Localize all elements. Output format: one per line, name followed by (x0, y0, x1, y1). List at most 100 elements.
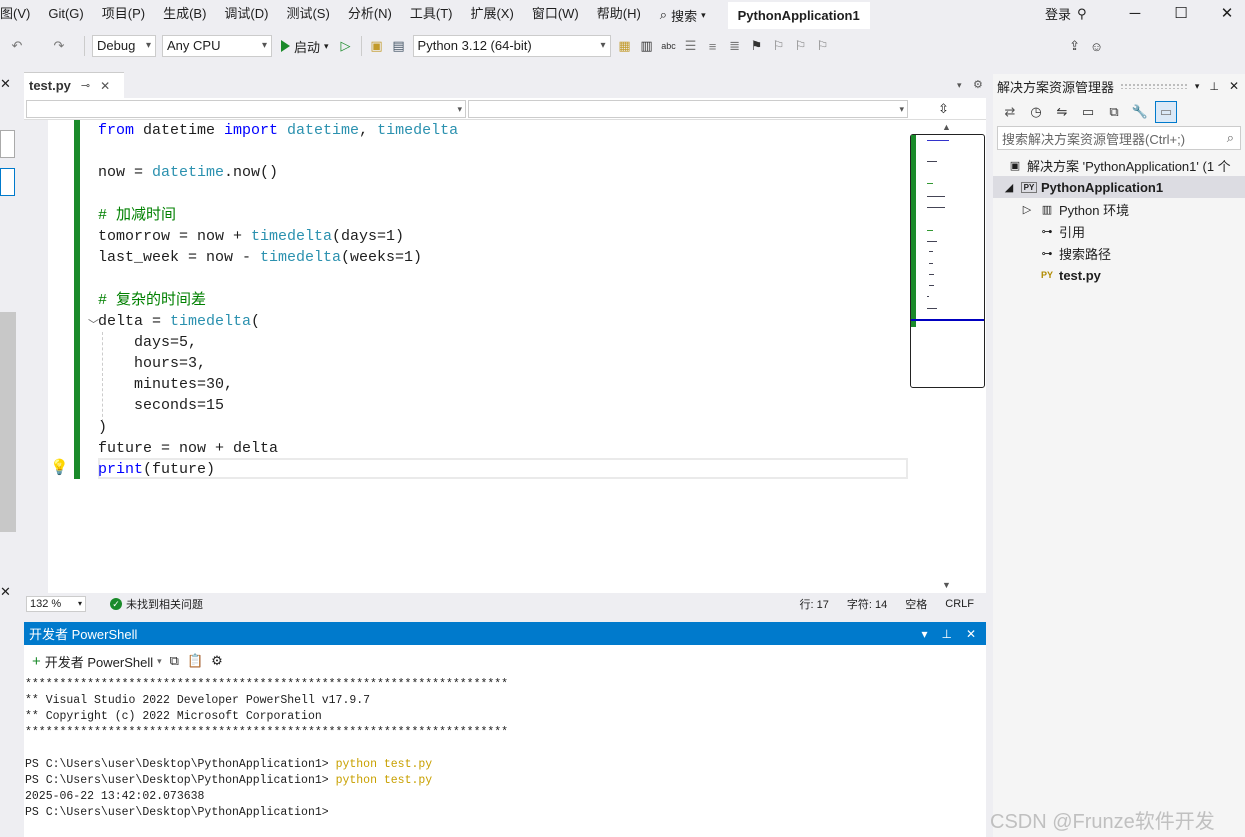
tree-item-project[interactable]: ◢ PY PythonApplication1 (993, 176, 1245, 198)
search-menu[interactable]: ⌕ 搜索 ▾ (650, 6, 716, 25)
tree-item-references[interactable]: ⊶ 引用 (993, 220, 1245, 242)
close-icon[interactable]: ✕ (0, 76, 11, 92)
close-icon[interactable]: ✕ (0, 584, 11, 600)
solution-icon: ▣ (1009, 159, 1021, 172)
switch-view-icon[interactable]: ⇄ (999, 101, 1021, 123)
new-terminal-label: 开发者 PowerShell (44, 654, 154, 670)
collapse-icon[interactable]: ▭ (1077, 101, 1099, 123)
lightbulb-icon[interactable]: 💡 (50, 458, 69, 476)
paste-icon[interactable]: 📋 (187, 653, 203, 669)
copy-icon[interactable]: ⧉ (1103, 101, 1125, 123)
start-button[interactable]: 启动 ▾ (275, 37, 335, 56)
expanded-icon[interactable]: ◢ (1001, 181, 1017, 194)
zoom-select[interactable]: 132 % (26, 596, 86, 612)
tree-item-label: test.py (1059, 267, 1101, 283)
history-icon[interactable]: ◷ (1025, 101, 1047, 123)
menu-build[interactable]: 生成(B) (154, 0, 215, 30)
tree-item-search-paths[interactable]: ⊶ 搜索路径 (993, 242, 1245, 264)
bookmark-icon[interactable]: ⚑ (746, 35, 768, 57)
copy-icon[interactable]: ⧉ (170, 653, 179, 669)
close-button[interactable]: ✕ (1204, 2, 1245, 28)
menu-tools[interactable]: 工具(T) (401, 0, 462, 30)
scope-select[interactable] (26, 99, 466, 118)
sync-icon[interactable]: ⇋ (1051, 101, 1073, 123)
tree-item-test-py[interactable]: PY test.py (993, 264, 1245, 286)
menu-extensions[interactable]: 扩展(X) (461, 0, 522, 30)
feedback-icon[interactable]: ☺ (1086, 35, 1108, 57)
eol-indicator[interactable]: CRLF (945, 598, 974, 610)
solution-explorer-title: 解决方案资源管理器 (997, 79, 1115, 95)
pin-icon[interactable]: ⊥ (941, 627, 951, 641)
account-icon[interactable]: ⚲ (1077, 6, 1087, 22)
chevron-down-icon[interactable]: ▾ (957, 80, 962, 91)
collapsed-icon[interactable]: ▷ (1019, 203, 1035, 216)
code-line: days=5, (98, 333, 198, 351)
close-icon[interactable]: ✕ (966, 627, 976, 641)
menu-git[interactable]: Git(G) (39, 0, 92, 30)
login-label[interactable]: 登录 (1045, 4, 1071, 23)
gear-icon[interactable]: ⚙ (973, 78, 983, 91)
minimize-button[interactable]: ─ (1112, 2, 1158, 28)
minimap-line (927, 296, 929, 297)
code-content[interactable]: from datetime import datetime, timedelta… (98, 120, 458, 480)
new-terminal-button[interactable]: + 开发者 PowerShell ▾ (32, 652, 162, 671)
preview-icon[interactable]: ▭ (1155, 101, 1177, 123)
login-area[interactable]: 登录 ⚲ (1045, 4, 1087, 23)
menu-test[interactable]: 测试(S) (277, 0, 338, 30)
chevron-down-icon[interactable]: ▾ (921, 627, 927, 641)
close-icon[interactable]: ✕ (100, 79, 110, 93)
folder-icon[interactable]: ▣ (366, 35, 388, 57)
member-select[interactable] (468, 99, 908, 118)
comment-icon[interactable]: ≡ (702, 35, 724, 57)
split-icon[interactable]: ⇳ (938, 101, 949, 117)
code-minimap[interactable] (910, 134, 985, 388)
pin-icon[interactable]: ⊥ (1209, 80, 1219, 93)
close-icon[interactable]: ✕ (1229, 79, 1239, 93)
undo-icon[interactable]: ↶ (6, 35, 28, 57)
start-without-debug-icon[interactable]: ▷ (335, 35, 357, 57)
tree-item-solution[interactable]: ▣ 解决方案 'PythonApplication1' (1 个 (993, 154, 1245, 176)
drag-handle[interactable] (1120, 83, 1189, 89)
menu-debug[interactable]: 调试(D) (215, 0, 277, 30)
scroll-up-icon[interactable]: ▲ (942, 122, 951, 132)
left-panel-tab[interactable] (0, 130, 15, 158)
window-icon[interactable]: ▤ (388, 35, 410, 57)
whitespace-indicator[interactable]: 空格 (905, 596, 927, 612)
pin-icon[interactable]: ⊸ (81, 79, 90, 92)
align-icon[interactable]: ☰ (680, 35, 702, 57)
platform-select[interactable]: Any CPU (162, 35, 272, 57)
maximize-button[interactable]: ☐ (1158, 2, 1204, 28)
code-editor[interactable]: ﹀ 💡 from datetime import datetime, timed… (24, 120, 986, 593)
scroll-down-icon[interactable]: ▼ (942, 580, 951, 590)
left-panel-tab[interactable] (0, 168, 15, 196)
config-select[interactable]: Debug (92, 35, 156, 57)
spellcheck-icon[interactable]: abc (658, 35, 680, 57)
terminal-output[interactable]: ****************************************… (24, 677, 986, 837)
chevron-down-icon[interactable]: ▾ (1195, 81, 1200, 92)
uncomment-icon[interactable]: ≣ (724, 35, 746, 57)
share-icon[interactable]: ⇪ (1064, 35, 1086, 57)
redo-icon[interactable]: ↷ (48, 35, 70, 57)
check-icon: ✓ (110, 598, 122, 610)
tree-item-python-env[interactable]: ▷ ▥ Python 环境 (993, 198, 1245, 220)
layout-icon[interactable]: ▥ (636, 35, 658, 57)
menu-window[interactable]: 窗口(W) (523, 0, 588, 30)
bookmark-next-icon[interactable]: ⚐ (790, 35, 812, 57)
issues-status[interactable]: 未找到相关问题 (126, 596, 203, 612)
search-icon[interactable]: ⌕ (1227, 130, 1240, 146)
menu-project[interactable]: 项目(P) (93, 0, 154, 30)
package-icon[interactable]: ▦ (614, 35, 636, 57)
menu-view[interactable]: 图(V) (0, 0, 39, 30)
bookmark-prev-icon[interactable]: ⚐ (768, 35, 790, 57)
tab-test-py[interactable]: test.py ⊸ ✕ (24, 72, 124, 98)
python-env-select[interactable]: Python 3.12 (64-bit) (412, 35, 611, 57)
bookmark-clear-icon[interactable]: ⚐ (812, 35, 834, 57)
left-scrollbar[interactable] (0, 312, 16, 532)
menu-analyze[interactable]: 分析(N) (339, 0, 401, 30)
wrench-icon[interactable]: 🔧 (1129, 101, 1151, 123)
solution-search-input[interactable]: 搜索解决方案资源管理器(Ctrl+;) ⌕ (997, 126, 1241, 150)
menu-help[interactable]: 帮助(H) (588, 0, 650, 30)
gear-icon[interactable]: ⚙ (211, 653, 223, 669)
